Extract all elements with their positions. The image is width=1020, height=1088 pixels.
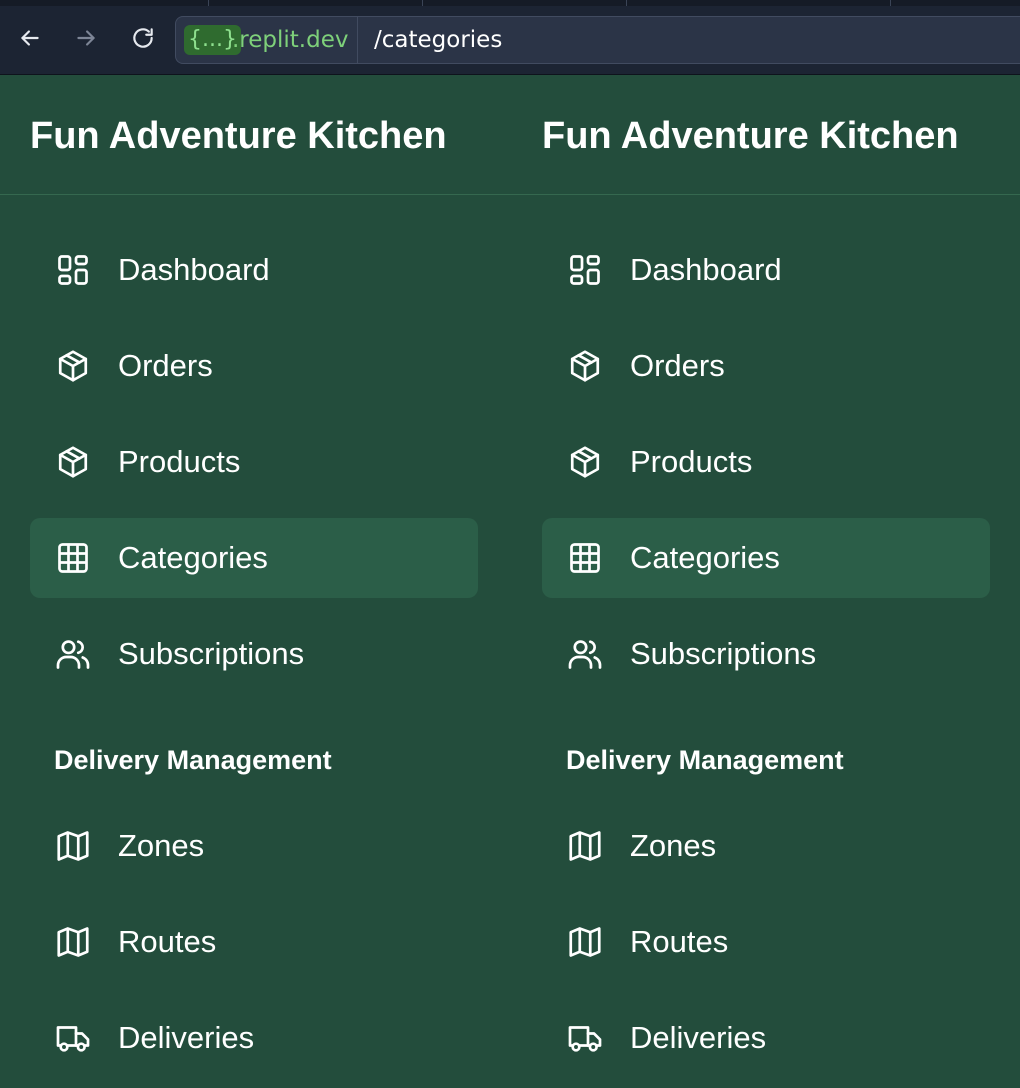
sidebar-item-categories[interactable]: Categories (30, 518, 478, 598)
section-heading-delivery-management: Delivery Management (566, 745, 844, 775)
dashboard-icon (55, 252, 91, 288)
sidebar-item-routes[interactable]: Routes (542, 902, 990, 982)
truck-icon (55, 1020, 91, 1056)
forward-button[interactable] (68, 22, 104, 58)
package-icon (567, 348, 603, 384)
sidebar-item-label: Deliveries (630, 1020, 767, 1055)
sidebar-item-label: Products (630, 444, 753, 479)
grid-icon (567, 540, 603, 576)
sidebar-item-label: Orders (630, 348, 725, 383)
package-icon (55, 444, 91, 480)
reload-icon (130, 25, 156, 56)
sidebar-item-deliveries[interactable]: Deliveries (542, 998, 990, 1078)
sidebar-item-label: Orders (118, 348, 213, 383)
back-button[interactable] (12, 22, 48, 58)
sidebar-item-label: Routes (118, 924, 217, 959)
package-icon (567, 444, 603, 480)
package-icon (55, 348, 91, 384)
sidebar-item-label: Categories (630, 540, 780, 575)
sidebar-item-orders[interactable]: Orders (542, 326, 990, 406)
url-path: /categories (374, 27, 503, 53)
sidebar-item-products[interactable]: Products (542, 422, 990, 502)
sidebar-item-label: Zones (630, 828, 717, 863)
sidebar-item-subscriptions[interactable]: Subscriptions (30, 614, 478, 694)
dashboard-icon (567, 252, 603, 288)
arrow-right-icon (73, 25, 99, 56)
sidebar-item-routes[interactable]: Routes (30, 902, 478, 982)
sidebar-item-dashboard[interactable]: Dashboard (30, 230, 478, 310)
tab-strip (0, 0, 1020, 6)
reload-button[interactable] (125, 22, 161, 58)
users-icon (55, 636, 91, 672)
url-host: .replit.dev (232, 27, 349, 53)
sidebar-item-label: Subscriptions (118, 636, 305, 671)
tab-divider (422, 0, 423, 6)
address-bar[interactable]: {...} .replit.dev /categories (175, 16, 1020, 64)
users-icon (567, 636, 603, 672)
sidebar-item-products[interactable]: Products (30, 422, 478, 502)
section-heading-delivery-management: Delivery Management (54, 745, 332, 775)
sidebar-item-zones[interactable]: Zones (542, 806, 990, 886)
sidebar-item-zones[interactable]: Zones (30, 806, 478, 886)
tab-divider (208, 0, 209, 6)
sidebar-item-subscriptions[interactable]: Subscriptions (542, 614, 990, 694)
sidebar-item-dashboard[interactable]: Dashboard (542, 230, 990, 310)
sidebar-right: Fun Adventure Kitchen Dashboard Orders P… (512, 74, 1020, 1088)
sidebar-item-label: Products (118, 444, 241, 479)
sidebar-item-label: Deliveries (118, 1020, 255, 1055)
map-icon (55, 828, 91, 864)
arrow-left-icon (17, 25, 43, 56)
map-icon (55, 924, 91, 960)
truck-icon (567, 1020, 603, 1056)
grid-icon (55, 540, 91, 576)
sidebar-item-orders[interactable]: Orders (30, 326, 478, 406)
sidebar-item-categories[interactable]: Categories (542, 518, 990, 598)
url-separator (357, 17, 358, 63)
browser-toolbar: {...} .replit.dev /categories (0, 0, 1020, 75)
sidebar-item-deliveries[interactable]: Deliveries (30, 998, 478, 1078)
sidebar-item-label: Subscriptions (630, 636, 817, 671)
map-icon (567, 924, 603, 960)
sidebar-left: Fun Adventure Kitchen Dashboard Orders P… (0, 74, 510, 1088)
sidebar-item-label: Categories (118, 540, 268, 575)
sidebar-item-label: Dashboard (630, 252, 782, 287)
app-title: Fun Adventure Kitchen (542, 115, 959, 157)
sidebar-item-label: Routes (630, 924, 729, 959)
sidebar-item-label: Zones (118, 828, 205, 863)
tab-divider (890, 0, 891, 6)
app-title: Fun Adventure Kitchen (30, 115, 447, 157)
sidebar-item-label: Dashboard (118, 252, 270, 287)
map-icon (567, 828, 603, 864)
tab-divider (626, 0, 627, 6)
